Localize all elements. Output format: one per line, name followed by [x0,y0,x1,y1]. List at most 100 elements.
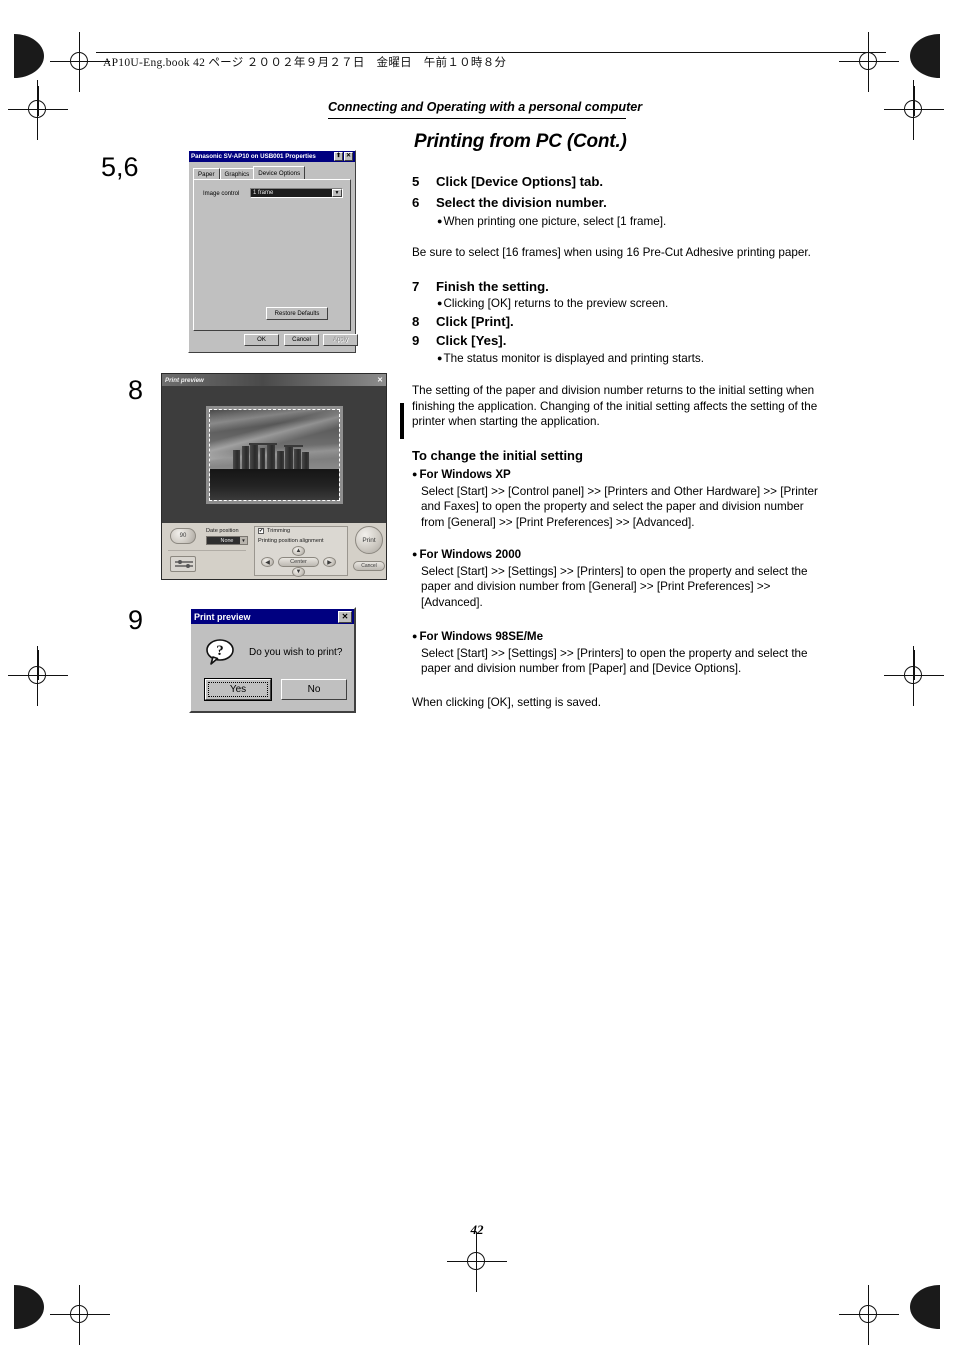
step-8-number: 8 [412,314,420,329]
step-6: 6 Select the division number. [412,195,607,210]
alignment-label: Printing position alignment [258,538,324,544]
printer-properties-dialog[interactable]: Panasonic SV-AP10 on USB001 Properties ⬆… [188,150,358,353]
print-preview-title-text: Print preview [165,376,204,384]
close-icon[interactable]: ✕ [377,376,383,384]
slider-glyph [175,560,193,568]
settings-slider-icon[interactable] [170,556,196,572]
properties-titlebar[interactable]: Panasonic SV-AP10 on USB001 Properties ⬆… [189,151,355,162]
trimming-checkbox[interactable]: ✔ [258,528,264,534]
print-preview-titlebar[interactable]: Print preview ✕ [162,374,386,386]
gutter-step-number-8: 8 [128,375,144,405]
step-9: 9 Click [Yes]. [412,333,506,348]
align-right-button[interactable]: ▶ [323,557,336,567]
photo-ground [210,469,339,500]
header-rule [96,52,886,54]
close-icon[interactable]: ✕ [344,152,353,161]
step-9-number: 9 [412,333,420,348]
subsection-heading: To change the initial setting [412,448,583,463]
os-heading-windows-xp-text: For Windows XP [419,468,511,481]
confirm-titlebar[interactable]: Print preview ✕ [191,609,354,624]
print-preview-controls: 90 Date position None ▼ ✔ Trimming Print… [162,523,386,579]
yes-button[interactable]: Yes [204,678,272,701]
tab-graphics[interactable]: Graphics [219,168,255,179]
rotate-90-button[interactable]: 90 [170,528,196,544]
tab-paper[interactable]: Paper [193,168,220,179]
photo-stone-circle [210,442,339,470]
bullet-dot-icon: ● [437,352,443,363]
corner-ink-mark-bottom-left [14,1285,44,1329]
date-position-dropdown[interactable]: None ▼ [206,536,248,545]
os-heading-windows-98se-me: ● For Windows 98SE/Me [412,630,543,643]
step-5-text: Click [Device Options] tab. [436,174,604,189]
bullet-dot-icon: ● [437,215,443,226]
gutter-step-number-9: 9 [128,605,144,635]
ok-button[interactable]: OK [244,334,279,346]
properties-window-buttons[interactable]: ⬆ ✕ [334,152,353,161]
section-label: Connecting and Operating with a personal… [328,100,643,114]
step-5: 5 Click [Device Options] tab. [412,174,603,189]
trimming-label: Trimming [267,528,291,534]
bullet-status-monitor-text: The status monitor is displayed and prin… [443,352,704,365]
image-control-dropdown[interactable]: 1 frame ▼ [250,188,343,198]
change-bar [400,403,404,439]
no-button[interactable]: No [281,679,347,700]
align-left-button[interactable]: ◀ [261,557,274,567]
registration-mark-bottom-right [839,1285,899,1345]
apply-button: Apply [323,334,358,346]
print-button[interactable]: Print [355,526,383,554]
corner-ink-mark-bottom-right [910,1285,940,1329]
page-number: 42 [470,1222,484,1237]
date-position-label: Date position [206,528,239,534]
align-center-button[interactable]: Center [278,557,319,567]
bullet-dot-icon: ● [412,630,418,641]
image-control-label: Image control [203,191,240,197]
paragraph-precut: Be sure to select [16 frames] when using… [412,246,811,259]
date-position-value: None [220,537,234,544]
page-title: Printing from PC (Cont.) [414,131,627,152]
controls-divider [168,550,246,551]
bullet-dot-icon: ● [412,468,418,479]
step-6-number: 6 [412,195,420,210]
cancel-button[interactable]: Cancel [284,334,319,346]
svg-text:?: ? [216,643,224,659]
print-preview-canvas [162,386,386,523]
corner-ink-mark-top-right [910,34,940,78]
confirm-title-text: Print preview [194,611,251,622]
preview-photo-stonehenge [209,409,340,501]
bullet-status-monitor: ●The status monitor is displayed and pri… [437,352,704,365]
step-6-text: Select the division number. [436,195,607,210]
chevron-down-icon[interactable]: ▼ [240,537,247,544]
os-heading-windows-98se-me-text: For Windows 98SE/Me [419,630,544,643]
step-8-text: Click [Print]. [436,314,514,329]
registration-mark-top-right [839,32,899,92]
step-7: 7 Finish the setting. [412,279,549,294]
bullet-dot-icon: ● [437,297,443,308]
crop-mark-d [914,650,915,680]
os-body-windows-2000: Select [Start] >> [Settings] >> [Printer… [421,565,808,609]
step-7-text: Finish the setting. [436,279,549,294]
print-preview-window[interactable]: Print preview ✕ 90 Date position None ▼ … [161,373,387,580]
bullet-dot-icon: ● [412,548,418,559]
question-mark-icon: ? [206,639,234,665]
print-confirm-dialog[interactable]: Print preview ✕ ? Do you wish to print? … [189,607,356,713]
step-9-text: Click [Yes]. [436,333,507,348]
properties-tabstrip[interactable]: Paper Graphics Device Options [193,166,355,179]
tab-device-options[interactable]: Device Options [253,166,306,179]
preview-photo-frame[interactable] [206,406,343,504]
step-7-number: 7 [412,279,420,294]
gutter-step-number-5-6: 5,6 [101,152,139,182]
crop-mark-c [38,650,39,680]
crop-mark-b [914,86,915,116]
os-heading-windows-2000-text: For Windows 2000 [419,548,522,561]
preview-cancel-button[interactable]: Cancel [353,561,385,571]
align-down-button[interactable]: ▼ [292,567,305,577]
bullet-one-picture-text: When printing one picture, select [1 fra… [443,215,667,228]
paragraph-when-clicking-ok: When clicking [OK], setting is saved. [412,696,602,709]
help-icon[interactable]: ⬆ [334,152,343,161]
close-icon[interactable]: ✕ [338,610,352,623]
restore-defaults-button[interactable]: Restore Defaults [266,307,328,320]
os-heading-windows-2000: ● For Windows 2000 [412,548,521,561]
corner-ink-mark-top-left [14,34,44,78]
align-up-button[interactable]: ▲ [292,546,305,556]
chevron-down-icon[interactable]: ▼ [332,189,342,197]
